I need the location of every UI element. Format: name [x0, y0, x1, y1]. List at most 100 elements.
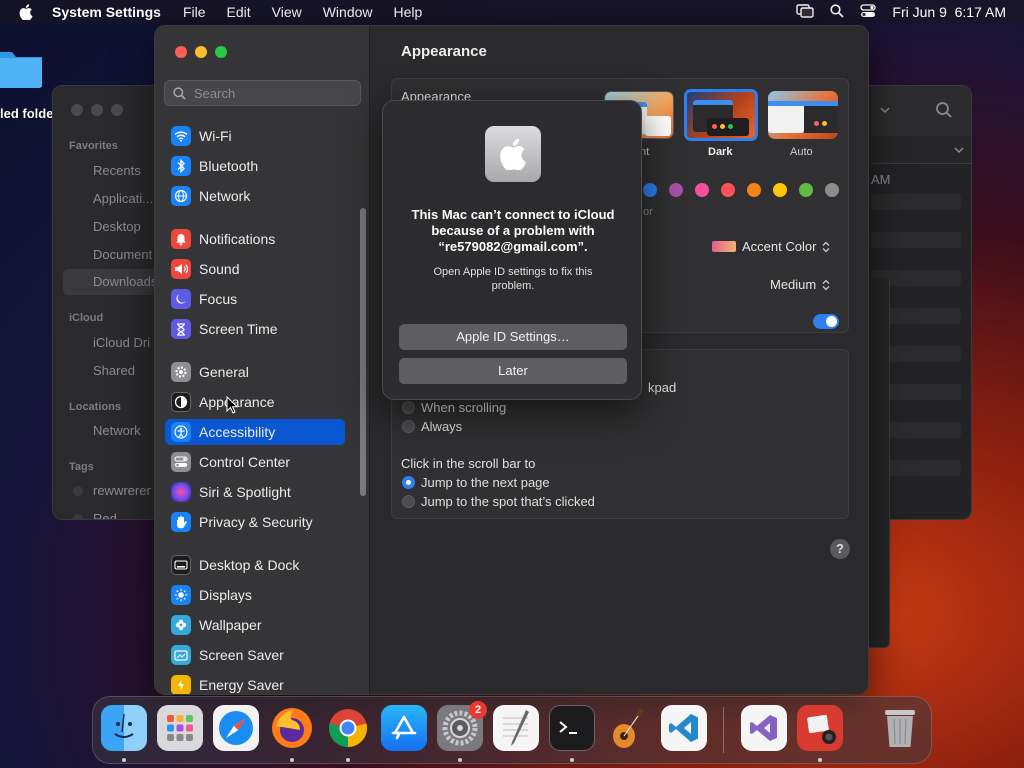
- sidebar-item-energy-saver[interactable]: Energy Saver: [165, 672, 345, 694]
- accent-pink-swatch[interactable]: [695, 183, 709, 197]
- menu-edit[interactable]: Edit: [227, 4, 251, 20]
- hand-icon: [171, 512, 191, 532]
- visual-studio-dock-icon[interactable]: [741, 705, 787, 751]
- menu-help[interactable]: Help: [394, 4, 423, 20]
- sidebar-item-accessibility[interactable]: Accessibility: [165, 419, 345, 445]
- sidebar-item-screen-saver[interactable]: Screen Saver: [165, 642, 345, 668]
- sidebar-item-network[interactable]: Network: [165, 183, 345, 209]
- accent-graphite-swatch[interactable]: [825, 183, 839, 197]
- apple-menu-icon[interactable]: [0, 4, 52, 20]
- app-store-dock-icon[interactable]: [381, 705, 427, 751]
- apple-logo-icon: [485, 126, 541, 182]
- accent-red-swatch[interactable]: [721, 183, 735, 197]
- firefox-dock-icon[interactable]: [269, 705, 315, 751]
- dock-icon: [171, 555, 191, 575]
- accent-green-swatch[interactable]: [799, 183, 813, 197]
- vscode-dock-icon[interactable]: [661, 705, 707, 751]
- finder-item-desktop[interactable]: Desktop: [93, 219, 141, 234]
- finder-item-recents[interactable]: Recents: [93, 163, 141, 178]
- jump-spot-clicked-radio[interactable]: [402, 495, 415, 508]
- trash-dock-icon[interactable]: [877, 705, 923, 751]
- theme-dark-thumbnail[interactable]: [684, 89, 758, 141]
- finder-close-button[interactable]: [71, 104, 83, 116]
- apple-id-settings-button[interactable]: Apple ID Settings…: [399, 324, 627, 350]
- photo-booth-dock-icon[interactable]: [797, 705, 843, 751]
- desktop-folder-icon[interactable]: [0, 42, 44, 92]
- menu-window[interactable]: Window: [323, 4, 373, 20]
- menu-file[interactable]: File: [183, 4, 206, 20]
- menu-clock[interactable]: Fri Jun 9 6:17 AM: [892, 4, 1006, 20]
- sidebar-item-label: Bluetooth: [199, 158, 259, 174]
- sidebar-icon-size-popup[interactable]: Medium: [770, 277, 830, 292]
- sidebar-item-desktop-dock[interactable]: Desktop & Dock: [165, 552, 345, 578]
- desktop-folder-label: led folde: [0, 106, 54, 121]
- sidebar-item-appearance[interactable]: Appearance: [165, 389, 345, 415]
- sidebar-item-screen-time[interactable]: Screen Time: [165, 316, 345, 342]
- sidebar-item-label: Screen Saver: [199, 647, 284, 663]
- finder-minimize-button[interactable]: [91, 104, 103, 116]
- control-center-icon[interactable]: [860, 3, 877, 21]
- finder-dock-icon[interactable]: [101, 705, 147, 751]
- chrome-dock-icon[interactable]: [325, 705, 371, 751]
- minimize-button[interactable]: [195, 46, 207, 58]
- safari-dock-icon[interactable]: [213, 705, 259, 751]
- finder-item-applications[interactable]: Applicati...: [93, 191, 153, 206]
- finder-item-shared[interactable]: Shared: [93, 363, 135, 378]
- jump-next-page-radio[interactable]: [402, 476, 415, 489]
- sidebar-item-wallpaper[interactable]: Wallpaper: [165, 612, 345, 638]
- finder-tag-red[interactable]: Red: [93, 511, 117, 519]
- sidebar-item-privacy-security[interactable]: Privacy & Security: [165, 509, 345, 535]
- sidebar-item-bluetooth[interactable]: Bluetooth: [165, 153, 345, 179]
- sidebar-item-notifications[interactable]: Notifications: [165, 226, 345, 252]
- color-swatch-icon: [712, 241, 736, 252]
- finder-item-documents[interactable]: Document: [93, 247, 152, 262]
- search-icon: [173, 86, 186, 100]
- sidebar-item-displays[interactable]: Displays: [165, 582, 345, 608]
- highlight-color-popup[interactable]: Accent Color: [712, 239, 830, 254]
- always-radio[interactable]: [402, 420, 415, 433]
- garageband-dock-icon[interactable]: [605, 705, 651, 751]
- chevron-down-icon[interactable]: [879, 104, 891, 116]
- finder-search-icon[interactable]: [935, 101, 953, 119]
- moon-icon: [171, 289, 191, 309]
- finder-item-icloud-drive[interactable]: iCloud Dri: [93, 335, 150, 350]
- search-input[interactable]: Search: [164, 80, 361, 106]
- sidebar-item-wifi[interactable]: Wi-Fi: [165, 123, 345, 149]
- sidebar-item-siri-spotlight[interactable]: Siri & Spotlight: [165, 479, 345, 505]
- textedit-dock-icon[interactable]: [493, 705, 539, 751]
- finder-zoom-button[interactable]: [111, 104, 123, 116]
- sidebar-item-label: Siri & Spotlight: [199, 484, 291, 500]
- app-name-menu[interactable]: System Settings: [52, 4, 161, 20]
- later-button[interactable]: Later: [399, 358, 627, 384]
- accent-yellow-swatch[interactable]: [773, 183, 787, 197]
- zoom-button[interactable]: [215, 46, 227, 58]
- accent-blue-swatch[interactable]: [643, 183, 657, 197]
- spotlight-search-icon[interactable]: [830, 3, 845, 21]
- search-placeholder: Search: [194, 85, 236, 101]
- accent-orange-swatch[interactable]: [747, 183, 761, 197]
- screen-mirroring-icon[interactable]: [796, 3, 815, 21]
- finder-item-network[interactable]: Network: [93, 423, 141, 438]
- sidebar-item-general[interactable]: General: [165, 359, 345, 385]
- close-button[interactable]: [175, 46, 187, 58]
- terminal-dock-icon[interactable]: [549, 705, 595, 751]
- theme-auto-thumbnail[interactable]: [768, 91, 838, 139]
- when-scrolling-radio[interactable]: [402, 401, 415, 414]
- sidebar-item-sound[interactable]: Sound: [165, 256, 345, 282]
- dock: 2: [92, 696, 932, 764]
- launchpad-dock-icon[interactable]: [157, 705, 203, 751]
- system-settings-dock-icon[interactable]: 2: [437, 701, 487, 751]
- sidebar-scrollbar[interactable]: [360, 208, 366, 496]
- sidebar-item-focus[interactable]: Focus: [165, 286, 345, 312]
- chevron-down-icon[interactable]: [953, 144, 965, 156]
- settings-sidebar: Search Wi-Fi Bluetooth Network Notificat…: [155, 26, 370, 694]
- menu-view[interactable]: View: [272, 4, 302, 20]
- finder-tag-item[interactable]: rewwrerer: [93, 483, 151, 498]
- updown-chevron-icon: [822, 241, 830, 252]
- sidebar-item-label: Control Center: [199, 454, 291, 470]
- sidebar-item-control-center[interactable]: Control Center: [165, 449, 345, 475]
- finder-item-downloads[interactable]: Downloads: [63, 269, 163, 295]
- help-button[interactable]: ?: [830, 539, 850, 559]
- accent-purple-swatch[interactable]: [669, 183, 683, 197]
- wallpaper-tinting-toggle[interactable]: [813, 314, 839, 329]
